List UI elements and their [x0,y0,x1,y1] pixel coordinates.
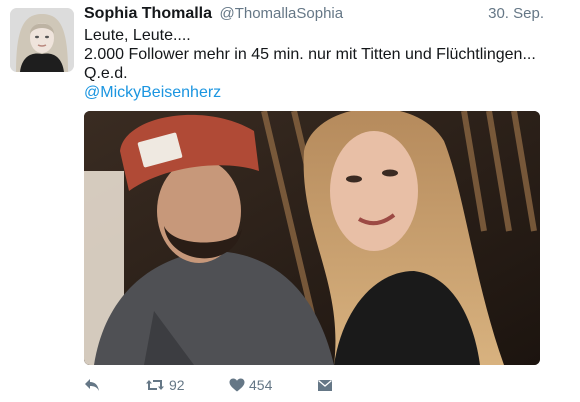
reply-button[interactable] [84,375,100,395]
heart-icon [229,378,245,392]
tweet-text: Leute, Leute.... 2.000 Follower mehr in … [84,26,554,102]
tweet-line: Q.e.d. [84,65,128,82]
tweet-card: Sophia Thomalla @ThomallaSophia 30. Sep.… [0,0,580,402]
selfie-photo [84,111,540,365]
author-name[interactable]: Sophia Thomalla [84,5,212,22]
like-count: 454 [249,377,273,393]
retweet-button[interactable]: 92 [145,375,185,395]
envelope-icon [318,379,332,391]
retweet-icon [146,380,164,390]
mention-link[interactable]: @MickyBeisenherz [84,83,554,102]
avatar[interactable] [10,8,74,72]
tweet-line: 2.000 Follower mehr in 45 min. nur mit T… [84,46,536,63]
tweet-header: Sophia Thomalla @ThomallaSophia 30. Sep. [84,5,544,25]
retweet-count: 92 [169,377,185,393]
direct-message-button[interactable] [317,375,333,395]
tweet-actions: 92 454 [84,375,384,395]
tweet-photo[interactable] [84,111,540,365]
tweet-line: Leute, Leute.... [84,27,191,44]
author-handle[interactable]: @ThomallaSophia [219,5,343,22]
avatar-photo [10,8,74,72]
reply-icon [85,379,99,391]
like-button[interactable]: 454 [229,375,272,395]
tweet-date[interactable]: 30. Sep. [488,5,544,22]
